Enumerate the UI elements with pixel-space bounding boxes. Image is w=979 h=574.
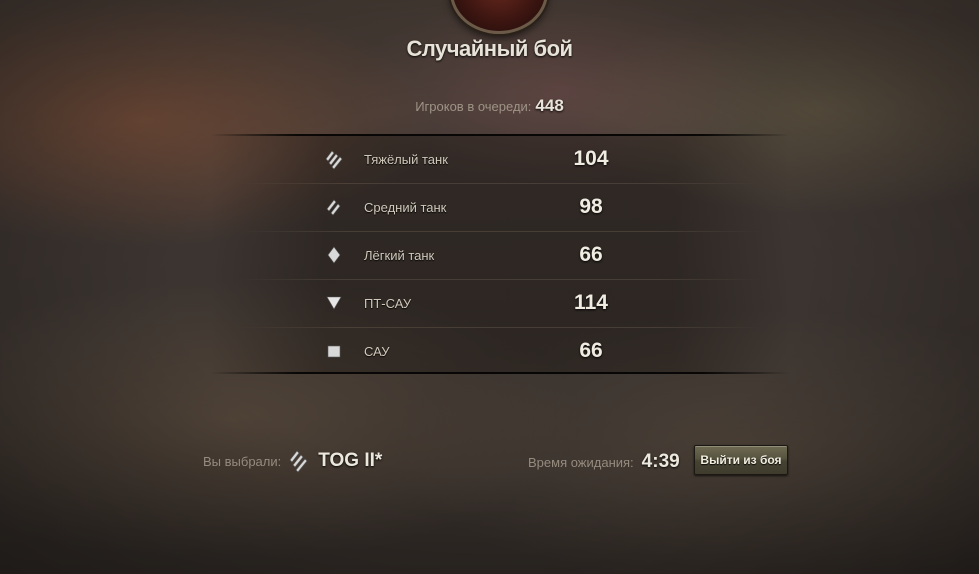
table-row: ПТ-САУ 114 (210, 280, 790, 328)
queue-total-line: Игроков в очереди: 448 (0, 96, 979, 116)
selected-vehicle-name: TOG II* (318, 450, 383, 471)
wait-time-value: 4:39 (641, 451, 680, 472)
tank-destroyer-icon (326, 296, 342, 310)
heavy-tank-icon (325, 150, 343, 170)
table-row: Лёгкий танк 66 (210, 232, 790, 280)
medium-tank-icon (326, 199, 341, 216)
queue-by-class-table: Тяжёлый танк 104 Средний танк 98 Лёгкий … (210, 134, 790, 374)
tank-class-count: 66 (579, 339, 603, 362)
table-row: Средний танк 98 (210, 184, 790, 232)
spg-icon (327, 345, 341, 358)
tank-class-label: Лёгкий танк (364, 248, 435, 263)
tank-class-label: ПТ-САУ (364, 296, 412, 311)
table-row: Тяжёлый танк 104 (210, 136, 790, 184)
heavy-tank-icon (289, 450, 308, 473)
wait-time: Время ожидания: 4:39 (528, 449, 680, 475)
tank-class-label: Тяжёлый танк (364, 152, 448, 167)
table-row: САУ 66 (210, 328, 790, 376)
tank-class-count: 114 (574, 291, 608, 314)
exit-battle-button[interactable]: Выйти из боя (694, 445, 788, 475)
battle-mode-title: Случайный бой (406, 36, 573, 61)
tank-class-label: САУ (364, 344, 390, 359)
light-tank-icon (327, 246, 341, 264)
tank-class-count: 98 (579, 195, 603, 218)
selected-vehicle-label: Вы выбрали: (203, 453, 282, 469)
battle-mode-emblem (450, 0, 548, 34)
queue-total-label: Игроков в очереди: (415, 99, 532, 114)
tank-class-count: 66 (579, 243, 603, 266)
queue-total-value: 448 (535, 96, 564, 115)
selected-vehicle: Вы выбрали: TOG II* (203, 446, 382, 476)
tank-class-count: 104 (573, 147, 609, 170)
wait-time-label: Время ожидания: (528, 454, 634, 470)
table-bottom-border (210, 372, 790, 374)
tank-class-label: Средний танк (364, 200, 447, 215)
